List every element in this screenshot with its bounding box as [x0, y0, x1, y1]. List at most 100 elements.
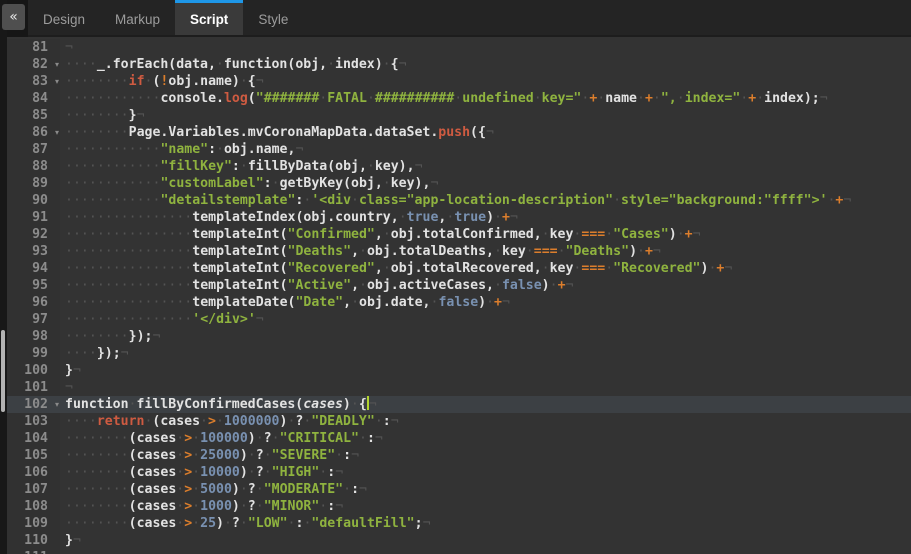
fold-arrow-icon[interactable]: ▾: [55, 124, 59, 141]
code-line-96[interactable]: 96················templateDate("Date",·o…: [7, 294, 911, 311]
code-text: [60, 549, 911, 554]
code-text: ················templateInt("Deaths",·ob…: [60, 243, 911, 260]
code-line-111[interactable]: 111: [7, 549, 911, 554]
line-number: 104: [7, 430, 60, 447]
code-line-106[interactable]: 106········(cases·>·10000)·?·"HIGH"·:¬: [7, 464, 911, 481]
code-editor[interactable]: 81¬82▾····_.forEach(data,·function(obj,·…: [7, 39, 911, 554]
code-line-81[interactable]: 81¬: [7, 39, 911, 56]
code-line-91[interactable]: 91················templateIndex(obj.coun…: [7, 209, 911, 226]
left-rail-scrollbar[interactable]: [1, 330, 5, 412]
code-text: ········Page.Variables.mvCoronaMapData.d…: [60, 124, 911, 141]
code-line-105[interactable]: 105········(cases·>·25000)·?·"SEVERE"·:¬: [7, 447, 911, 464]
line-number: 91: [7, 209, 60, 226]
eol-mark: ¬: [295, 142, 303, 157]
code-line-110[interactable]: 110}¬: [7, 532, 911, 549]
code-line-95[interactable]: 95················templateInt("Active",·…: [7, 277, 911, 294]
eol-mark: ¬: [724, 261, 732, 276]
eol-mark: ¬: [351, 448, 359, 463]
code-text: ········(cases·>·25)·?·"LOW"·:·"defaultF…: [60, 515, 911, 532]
code-line-88[interactable]: 88············"fillKey":·fillByData(obj,…: [7, 158, 911, 175]
eol-mark: ¬: [399, 57, 407, 72]
code-text: ····return·(cases·>·1000000)·?·"DEADLY"·…: [60, 413, 911, 430]
code-line-108[interactable]: 108········(cases·>·1000)·?·"MINOR"·:¬: [7, 498, 911, 515]
code-line-89[interactable]: 89············"customLabel":·getByKey(ob…: [7, 175, 911, 192]
code-text: ········});¬: [60, 328, 911, 345]
code-line-109[interactable]: 109········(cases·>·25)·?·"LOW"·:·"defau…: [7, 515, 911, 532]
code-line-107[interactable]: 107········(cases·>·5000)·?·"MODERATE"·:…: [7, 481, 911, 498]
fold-arrow-icon[interactable]: ▾: [55, 73, 59, 90]
code-text: ········(cases·>·5000)·?·"MODERATE"·:¬: [60, 481, 911, 498]
code-line-99[interactable]: 99····});¬: [7, 345, 911, 362]
code-text: ············"detailstemplate":·'<div·cla…: [60, 192, 911, 209]
script-editor-window: Design Markup Script Style « 81¬82▾····_…: [0, 0, 911, 554]
line-number: 98: [7, 328, 60, 345]
code-line-101[interactable]: 101 ¬: [7, 379, 911, 396]
code-line-102[interactable]: 102▾function·fillByConfirmedCases(cases)…: [7, 396, 911, 413]
code-text: ············console.log("#######·FATAL·#…: [60, 90, 911, 107]
eol-mark: ¬: [359, 482, 367, 497]
line-number: 96: [7, 294, 60, 311]
line-number: 111: [7, 549, 60, 554]
code-line-93[interactable]: 93················templateInt("Deaths",·…: [7, 243, 911, 260]
line-number: 103: [7, 413, 60, 430]
line-number: 105: [7, 447, 60, 464]
code-line-104[interactable]: 104········(cases·>·100000)·?·"CRITICAL"…: [7, 430, 911, 447]
code-line-82[interactable]: 82▾····_.forEach(data,·function(obj,·ind…: [7, 56, 911, 73]
line-number: 101: [7, 379, 60, 396]
code-text: ············"customLabel":·getByKey(obj,…: [60, 175, 911, 192]
eol-mark: ¬: [65, 40, 73, 55]
eol-mark: ¬: [415, 159, 423, 174]
eol-mark: ¬: [693, 227, 701, 242]
eol-mark: ¬: [73, 363, 81, 378]
code-line-87[interactable]: 87············"name":·obj.name,¬: [7, 141, 911, 158]
eol-mark: ¬: [502, 295, 510, 310]
line-number: 92: [7, 226, 60, 243]
code-line-92[interactable]: 92················templateInt("Confirmed…: [7, 226, 911, 243]
code-line-103[interactable]: 103····return·(cases·>·1000000)·?·"DEADL…: [7, 413, 911, 430]
eol-mark: ¬: [430, 176, 438, 191]
code-text: function·fillByConfirmedCases(cases)·{¬: [60, 396, 911, 413]
code-line-98[interactable]: 98········});¬: [7, 328, 911, 345]
code-text: ········if·(!obj.name)·{¬: [60, 73, 911, 90]
code-line-83[interactable]: 83▾········if·(!obj.name)·{¬: [7, 73, 911, 90]
code-text: ····_.forEach(data,·function(obj,·index)…: [60, 56, 911, 73]
code-line-84[interactable]: 84············console.log("#######·FATAL…: [7, 90, 911, 107]
eol-mark: ¬: [65, 380, 73, 395]
code-text: ····});¬: [60, 345, 911, 362]
code-text: ········(cases·>·10000)·?·"HIGH"·:¬: [60, 464, 911, 481]
code-text: ················templateIndex(obj.countr…: [60, 209, 911, 226]
eol-mark: ¬: [256, 312, 264, 327]
eol-mark: ¬: [152, 329, 160, 344]
code-rows: 81¬82▾····_.forEach(data,·function(obj,·…: [7, 39, 911, 554]
code-text: ········(cases·>·1000)·?·"MINOR"·:¬: [60, 498, 911, 515]
line-number: 89: [7, 175, 60, 192]
code-text: ········}¬: [60, 107, 911, 124]
eol-mark: ¬: [335, 465, 343, 480]
line-number: 97: [7, 311, 60, 328]
eol-mark: ¬: [391, 414, 399, 429]
code-line-90[interactable]: 90············"detailstemplate":·'<div·c…: [7, 192, 911, 209]
tab-style[interactable]: Style: [248, 0, 298, 35]
line-number: 85: [7, 107, 60, 124]
code-line-97[interactable]: 97················'</div>'¬: [7, 311, 911, 328]
line-number: 99: [7, 345, 60, 362]
tab-markup[interactable]: Markup: [105, 0, 170, 35]
line-number: 84: [7, 90, 60, 107]
eol-mark: ¬: [369, 397, 377, 412]
line-number: 109: [7, 515, 60, 532]
code-line-94[interactable]: 94················templateInt("Recovered…: [7, 260, 911, 277]
eol-mark: ¬: [423, 516, 431, 531]
code-text: ············"name":·obj.name,¬: [60, 141, 911, 158]
tab-design[interactable]: Design: [33, 0, 95, 35]
code-text: ¬: [60, 39, 911, 56]
collapse-panel-icon[interactable]: «: [2, 4, 25, 30]
code-line-86[interactable]: 86▾········Page.Variables.mvCoronaMapDat…: [7, 124, 911, 141]
line-number: 107: [7, 481, 60, 498]
fold-arrow-icon[interactable]: ▾: [55, 56, 59, 73]
fold-arrow-icon[interactable]: ▾: [55, 396, 59, 413]
tab-script[interactable]: Script: [175, 0, 243, 35]
code-line-100[interactable]: 100}¬: [7, 362, 911, 379]
eol-mark: ¬: [137, 108, 145, 123]
line-number: 106: [7, 464, 60, 481]
code-line-85[interactable]: 85········}¬: [7, 107, 911, 124]
